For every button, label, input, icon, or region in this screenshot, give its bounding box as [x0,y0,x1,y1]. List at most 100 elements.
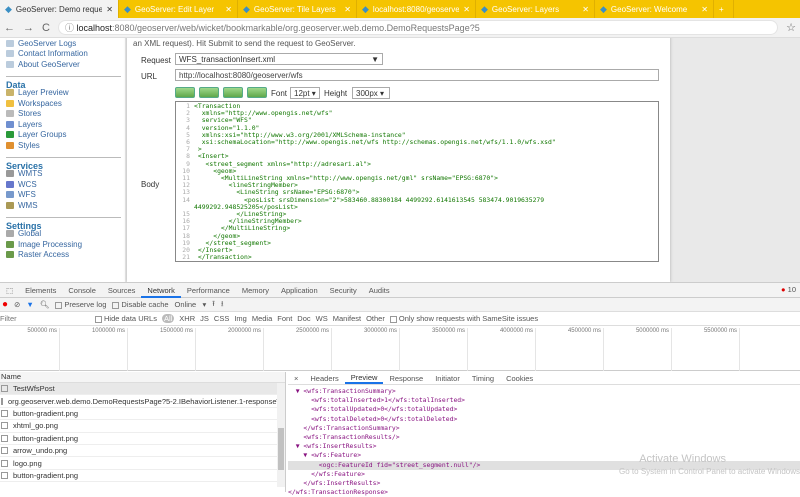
request-row[interactable]: button-gradient.png [0,408,278,421]
request-row[interactable]: button-gradient.png [0,433,278,445]
sidebar-item-icon [6,201,14,209]
sidebar-item[interactable]: About GeoServer [6,59,125,70]
filter-type-js[interactable]: JS [200,314,209,323]
undo-button[interactable] [199,87,219,98]
devtools-tab[interactable]: Security [324,283,363,298]
request-row[interactable]: button-gradient.png [0,470,278,483]
record-icon[interactable]: ● [2,299,8,310]
sidebar-item-label: WMS [18,200,38,210]
filter-type-other[interactable]: Other [366,314,385,323]
filter-type-img[interactable]: Img [234,314,247,323]
detail-tab[interactable]: Cookies [500,374,539,383]
browser-tab[interactable]: ◆ localhost:8080/geoserver/✕ [357,0,476,18]
forward-icon[interactable]: → [23,22,34,34]
sidebar-item[interactable]: Image Processing [6,239,125,250]
sidebar-item[interactable]: Layer Groups [6,130,125,141]
browser-tab[interactable]: ◆GeoServer: Demo requests✕ [0,0,119,18]
back-icon[interactable]: ← [4,22,15,34]
sidebar-item[interactable]: Styles [6,140,125,151]
sidebar-item[interactable]: Global [6,229,125,240]
detail-tab[interactable]: Response [383,374,429,383]
sidebar-item[interactable]: GeoServer Logs [6,38,125,49]
go-to-line-button[interactable] [223,87,243,98]
close-tab-icon[interactable]: ✕ [701,5,708,14]
body-editor[interactable]: 1 <Transaction 2 xmlns="http://www.opengis… [175,101,659,262]
detail-tab[interactable]: Preview [344,373,384,384]
close-tab-icon[interactable]: ✕ [225,5,232,14]
filter-icon[interactable]: ▼ [26,300,33,309]
filter-type-ws[interactable]: WS [316,314,328,323]
close-tab-icon[interactable]: ✕ [463,5,470,14]
request-select[interactable]: WFS_transactionInsert.xml ▼ [175,53,383,65]
samesite-checkbox[interactable]: Only show requests with SameSite issues [389,314,539,323]
browser-tab[interactable]: ◆ GeoServer: Layers ✕ [476,0,595,18]
name-column-header[interactable]: Name [0,372,285,383]
devtools-tab[interactable]: Audits [363,283,396,298]
timeline-tick: 4500000 ms [544,328,604,371]
request-row[interactable]: arrow_undo.png [0,445,278,458]
request-row[interactable]: org.geoserver.web.demo.DemoRequestsPage?… [0,395,278,408]
hide-data-urls-checkbox[interactable]: Hide data URLs [95,314,157,323]
search-icon[interactable]: 🔍︎ [40,300,50,309]
sidebar-item[interactable]: Stores [6,109,125,120]
sidebar-item[interactable]: Contact Information [6,49,125,60]
detail-tab[interactable]: Headers [304,374,344,383]
devtools-tab[interactable]: Memory [236,283,275,298]
close-detail-icon[interactable]: × [288,374,304,383]
close-tab-icon[interactable]: ✕ [106,5,113,14]
detail-tab[interactable]: Initiator [429,374,466,383]
close-tab-icon[interactable]: ✕ [582,5,589,14]
filter-type-doc[interactable]: Doc [297,314,310,323]
sidebar-item[interactable]: Workspaces [6,98,125,109]
sidebar-item[interactable]: WMTS [6,169,125,180]
filter-type-media[interactable]: Media [252,314,272,323]
reload-icon[interactable]: C [42,22,50,34]
filter-type-css[interactable]: CSS [214,314,229,323]
format-xml-button[interactable] [175,87,195,98]
devtools-tab[interactable]: Elements [19,283,62,298]
toggle-editor-button[interactable] [247,87,267,98]
samesite-label: Only show requests with SameSite issues [398,314,539,323]
request-row[interactable]: xhtml_go.png [0,420,278,433]
request-row[interactable]: TestWfsPost [0,383,278,396]
throttle-select[interactable]: Online ▾ [175,300,207,309]
filter-input[interactable] [0,312,90,325]
sidebar-item[interactable]: WFS [6,190,125,201]
browser-tab[interactable]: ◆ GeoServer: Edit Layer ✕ [119,0,238,18]
sidebar-item[interactable]: Raster Access [6,250,125,261]
preserve-log-checkbox[interactable]: Preserve log [55,300,106,309]
url-input[interactable]: ⓘ localhost:8080/geoserver/web/wicket/bo… [57,20,779,35]
filter-type-font[interactable]: Font [277,314,292,323]
detail-tab[interactable]: Timing [466,374,500,383]
devtools-tab[interactable]: Performance [181,283,236,298]
disable-cache-checkbox[interactable]: Disable cache [112,300,169,309]
devtools-tab[interactable]: Application [275,283,324,298]
sidebar-item[interactable]: WCS [6,179,125,190]
new-tab-button[interactable]: + [714,0,734,18]
clear-icon[interactable]: ⊘ [14,300,20,309]
inspect-icon[interactable]: ⬚ [0,283,19,298]
import-har-icon[interactable]: ⭱ [212,298,215,311]
export-har-icon[interactable]: ⭳ [221,298,224,311]
request-list-scrollbar[interactable] [277,383,285,487]
font-select[interactable]: 12pt ▾ [290,87,320,99]
url-field[interactable]: http://localhost:8080/geoserver/wfs [175,69,659,81]
bookmark-star-icon[interactable]: ☆ [786,21,796,34]
browser-tab[interactable]: ◆ GeoServer: Tile Layers ✕ [238,0,357,18]
line-number: 14 [182,195,190,204]
filter-type-xhr[interactable]: XHR [179,314,195,323]
sidebar-item[interactable]: Layer Preview [6,88,125,99]
devtools-tab[interactable]: Sources [102,283,142,298]
devtools-tab[interactable]: Network [141,283,181,298]
devtools-tab[interactable]: Console [62,283,102,298]
filter-type-manifest[interactable]: Manifest [333,314,361,323]
sidebar-item[interactable]: WMS [6,200,125,211]
close-tab-icon[interactable]: ✕ [344,5,351,14]
request-row[interactable]: logo.png [0,457,278,470]
filter-type-all[interactable]: All [161,314,175,323]
network-timeline[interactable]: 500000 ms 1000000 ms 1500000 ms 2000000 ms 2… [0,326,800,371]
sidebar-item[interactable]: Layers [6,119,125,130]
height-select[interactable]: 300px ▾ [352,87,390,99]
browser-tab[interactable]: ◆ GeoServer: Welcome ✕ [595,0,714,18]
error-count[interactable]: ● 10 [781,285,796,294]
